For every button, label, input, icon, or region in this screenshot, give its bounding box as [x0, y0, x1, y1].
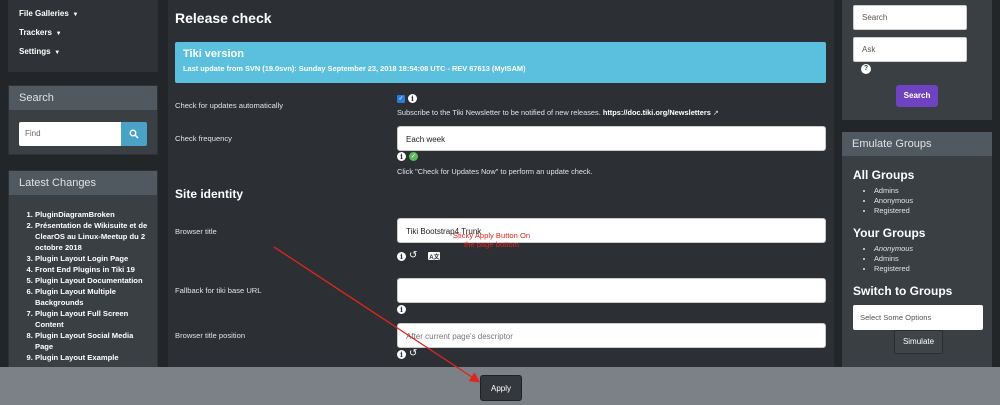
list-item: Registered [874, 206, 913, 216]
list-item[interactable]: Plugin Layout Multiple Backgrounds [35, 286, 149, 308]
caret-down-icon: ▼ [52, 50, 61, 56]
check-frequency-select[interactable]: Each week [397, 126, 826, 151]
ask-input[interactable]: Ask [853, 37, 967, 62]
list-item: Admins [874, 186, 913, 196]
caret-down-icon: ▼ [53, 31, 62, 37]
list-item: Admins [874, 254, 913, 264]
tiki-version-title: Tiki version [183, 48, 244, 60]
tiki-version-text: Last update from SVN (19.0svn): Sunday S… [183, 64, 526, 73]
find-button[interactable] [121, 122, 147, 146]
language-icon[interactable]: A文 [428, 252, 441, 261]
right-search-input[interactable]: Search [853, 5, 967, 30]
list-item: Anonymous [874, 196, 913, 206]
latest-changes-list: PluginDiagramBroken Présentation de Wiki… [9, 195, 157, 363]
info-icon[interactable]: i [397, 152, 406, 161]
info-icon[interactable]: i [397, 305, 406, 314]
your-groups-list: Anonymous Admins Registered [864, 244, 913, 274]
menu-item-settings[interactable]: Settings ▼ [9, 42, 157, 61]
right-sidebar: Search Ask ? Search Emulate Groups All G… [834, 0, 1000, 405]
menu-item-trackers[interactable]: Trackers ▼ [9, 23, 157, 42]
newsletter-link[interactable]: https://doc.tiki.org/Newsletters [603, 108, 711, 117]
search-module: Search Find [8, 85, 158, 155]
external-link-icon: ↗ [712, 110, 719, 117]
menu-item-file-galleries[interactable]: File Galleries ▼ [9, 4, 157, 23]
list-item[interactable]: Plugin Layout Social Media Page [35, 330, 149, 352]
list-item[interactable]: Front End Plugins in Tiki 19 [35, 264, 149, 275]
caret-down-icon: ▼ [70, 12, 79, 18]
list-item: Anonymous [874, 244, 913, 254]
list-item[interactable]: PluginDiagramBroken [35, 209, 149, 220]
list-item[interactable]: Plugin Layout Login Page [35, 253, 149, 264]
emulate-groups-title: Emulate Groups [842, 132, 992, 156]
browser-title-label: Browser title [175, 227, 217, 236]
undo-icon[interactable]: ↺ [409, 349, 417, 359]
group-select[interactable]: Select Some Options [853, 305, 983, 330]
find-input[interactable]: Find [19, 122, 121, 146]
list-item[interactable]: Plugin Layout Full Screen Content [35, 308, 149, 330]
tiki-version-box: Tiki version Last update from SVN (19.0s… [175, 42, 826, 83]
site-identity-heading: Site identity [175, 187, 244, 201]
title-position-label: Browser title position [175, 331, 246, 340]
list-item: Registered [874, 264, 913, 274]
check-frequency-hint: Click "Check for Updates Now" to perform… [397, 167, 593, 176]
search-module-title: Search [9, 86, 157, 110]
release-check-heading: Release check [175, 10, 272, 26]
help-icon[interactable]: ? [861, 64, 871, 74]
check-frequency-label: Check frequency [175, 134, 232, 143]
undo-icon[interactable]: ↺ [409, 251, 417, 261]
info-icon[interactable]: i [397, 251, 406, 261]
info-icon[interactable]: i [397, 349, 406, 359]
info-icon[interactable]: i [408, 94, 417, 103]
fallback-url-input[interactable] [397, 278, 826, 303]
simulate-button[interactable]: Simulate [894, 330, 943, 354]
main-content: Release check Tiki version Last update f… [168, 0, 834, 405]
search-button[interactable]: Search [896, 85, 938, 107]
switch-groups-heading: Switch to Groups [853, 284, 953, 298]
your-groups-heading: Your Groups [853, 226, 926, 240]
title-position-select[interactable]: After current page's descriptor [397, 323, 826, 348]
menu-panel: File Galleries ▼ Trackers ▼ Settings ▼ [8, 0, 158, 72]
check-updates-checkbox[interactable]: ✓ [397, 94, 405, 103]
latest-changes-title: Latest Changes [9, 171, 157, 195]
apply-button[interactable]: Apply [480, 375, 522, 401]
fallback-url-label: Fallback for tiki base URL [175, 286, 262, 295]
search-icon [129, 129, 139, 139]
all-groups-heading: All Groups [853, 168, 915, 182]
list-item[interactable]: Présentation de Wikisuite et de ClearOS … [35, 220, 149, 253]
all-groups-list: Admins Anonymous Registered [864, 186, 913, 216]
left-sidebar: File Galleries ▼ Trackers ▼ Settings ▼ S… [0, 0, 168, 405]
list-item[interactable]: Plugin Layout Documentation [35, 275, 149, 286]
annotation-note: Sticky Apply Button On the page bottom [452, 231, 531, 249]
check-updates-label: Check for updates automatically [175, 101, 284, 110]
check-circle-icon: ✓ [409, 152, 418, 161]
list-item[interactable]: Plugin Layout Example [35, 352, 149, 363]
newsletter-note: Subscribe to the Tiki Newsletter to be n… [397, 108, 719, 117]
